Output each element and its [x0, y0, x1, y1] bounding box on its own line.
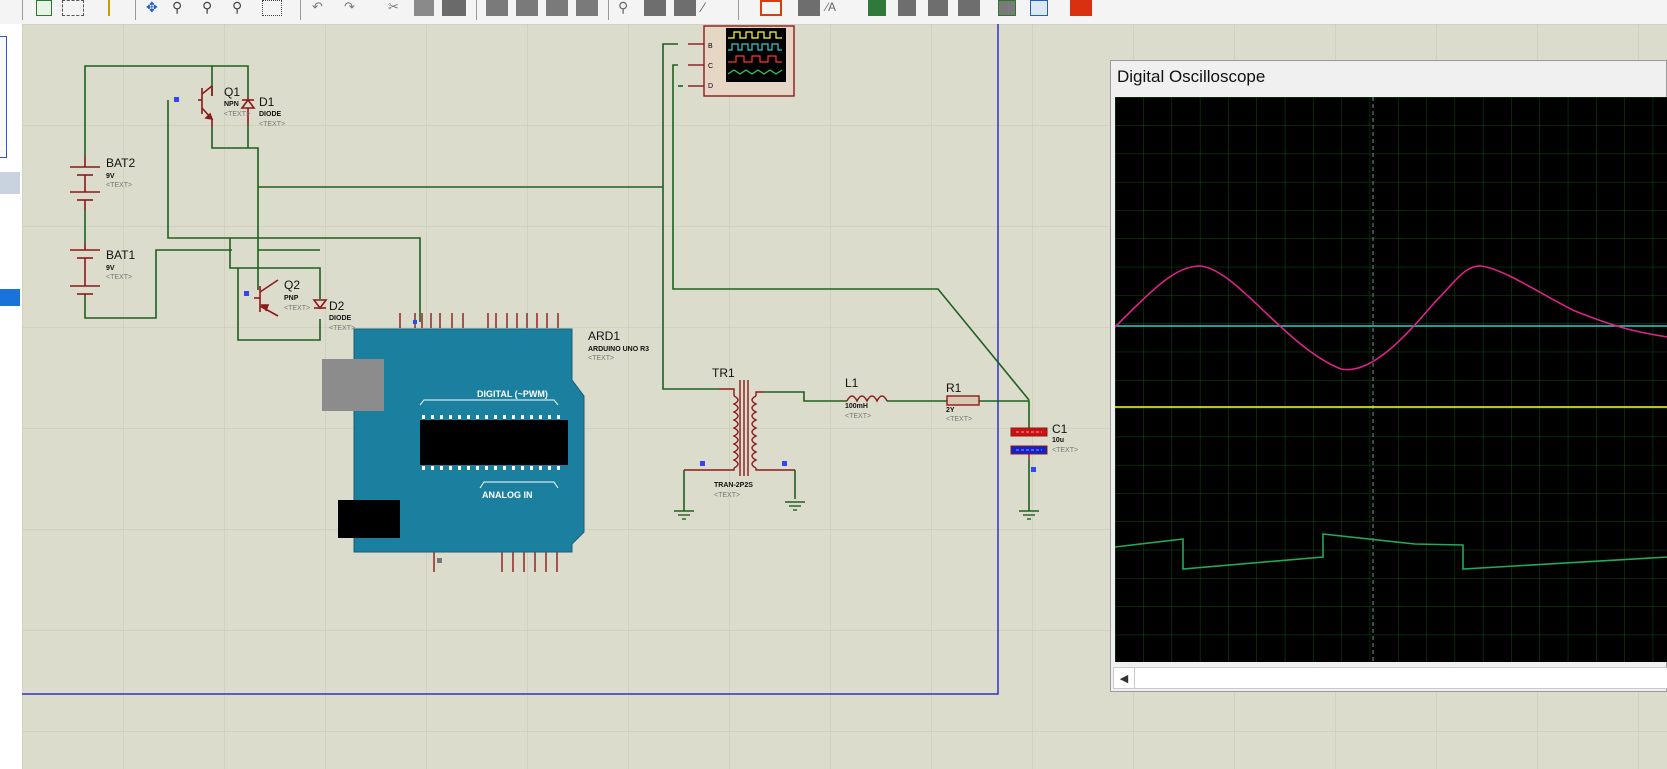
label-tr1-type: TRAN-2P2S: [714, 482, 753, 489]
label-d2-text: <TEXT>: [329, 325, 355, 332]
zoom-area-icon[interactable]: [262, 0, 282, 16]
reset-pin-marker: [437, 558, 442, 563]
toolbar-separator: [135, 0, 136, 20]
label-bat2: BAT2: [106, 156, 135, 170]
cut-icon[interactable]: ✂: [388, 0, 406, 16]
zoom-out-icon[interactable]: ⚲: [202, 0, 220, 16]
erc-icon[interactable]: [1030, 0, 1048, 16]
goto-sheet-icon[interactable]: [928, 0, 948, 16]
remove-sheet-icon[interactable]: [898, 0, 916, 16]
label-ard1: ARD1: [588, 329, 620, 343]
toolbar: ✥ ⚲ ⚲ ⚲ ↶ ↷ ✂ ⚲ ⁄ ⁄A: [0, 0, 1667, 25]
zoom-all-icon[interactable]: ⚲: [232, 0, 250, 16]
power-jack: [338, 500, 400, 538]
block-delete-icon[interactable]: [576, 0, 598, 16]
label-bat1-value: 9V: [106, 265, 115, 272]
label-analog-in: ANALOG IN: [482, 490, 533, 500]
label-r1-value: 2Y: [946, 407, 955, 414]
pan-icon[interactable]: ✥: [146, 0, 162, 16]
make-device-icon[interactable]: [644, 0, 666, 16]
pin-marker: [174, 97, 179, 102]
svg-text:B: B: [708, 43, 713, 50]
search-tag-icon[interactable]: [798, 0, 820, 16]
block-move-icon[interactable]: [516, 0, 538, 16]
oscilloscope-screen[interactable]: [1114, 97, 1667, 662]
label-tr1: TR1: [712, 366, 735, 380]
label-bat2-text: <TEXT>: [106, 182, 132, 189]
toolbar-separator: [300, 0, 301, 20]
label-l1-value: 100mH: [845, 403, 868, 410]
toolbar-separator: [22, 0, 23, 20]
svg-text:D: D: [708, 83, 713, 90]
label-q2-type: PNP: [284, 295, 299, 302]
label-l1: L1: [845, 376, 859, 390]
label-q2: Q2: [284, 278, 300, 292]
label-q1-type: NPN: [224, 101, 239, 108]
pin-marker: [700, 461, 705, 466]
oscilloscope-scrollbar[interactable]: ◀: [1113, 667, 1667, 689]
oscilloscope-title: Digital Oscilloscope: [1117, 67, 1266, 86]
pdf-icon[interactable]: [1070, 0, 1092, 16]
refresh-icon[interactable]: [36, 0, 52, 16]
label-ard1-type: ARDUINO UNO R3: [588, 346, 649, 353]
left-panel: [0, 24, 23, 769]
scroll-left-button[interactable]: ◀: [1114, 668, 1135, 688]
toolbar-separator: [476, 0, 477, 20]
label-c1-value: 10u: [1052, 437, 1064, 444]
grid-icon[interactable]: [62, 0, 84, 16]
new-sheet-icon[interactable]: [868, 0, 886, 16]
redo-icon[interactable]: ↷: [344, 0, 366, 16]
label-digital-pwm: DIGITAL (~PWM): [477, 389, 548, 399]
label-ard1-text: <TEXT>: [588, 355, 614, 362]
property-assignment-icon[interactable]: ⁄A: [826, 0, 848, 16]
label-d1: D1: [259, 95, 275, 109]
pin-marker: [782, 461, 787, 466]
package-icon[interactable]: [674, 0, 696, 16]
paste-icon[interactable]: [442, 0, 466, 16]
origin-icon[interactable]: [108, 0, 122, 16]
decompose-icon[interactable]: ⁄: [702, 0, 722, 16]
label-bat1-text: <TEXT>: [106, 274, 132, 281]
label-d1-text: <TEXT>: [259, 121, 285, 128]
atmega-chip: [420, 420, 568, 465]
wire-autorouter-icon[interactable]: [760, 0, 782, 16]
svg-text:C: C: [708, 63, 713, 70]
logic-analyser[interactable]: B C D: [688, 25, 795, 97]
netlist-icon[interactable]: [958, 0, 980, 16]
arduino-uno-board[interactable]: [322, 328, 585, 553]
oscilloscope-window[interactable]: Digital Oscilloscope ◀: [1110, 60, 1667, 692]
selected-device-item[interactable]: [0, 289, 20, 306]
toolbar-separator: [738, 0, 739, 20]
bom-icon[interactable]: [998, 0, 1016, 16]
pick-device-icon[interactable]: ⚲: [618, 0, 636, 16]
block-copy-icon[interactable]: [486, 0, 508, 16]
label-l1-text: <TEXT>: [845, 413, 871, 420]
label-d1-type: DIODE: [259, 111, 282, 118]
label-q1-text: <TEXT>: [224, 111, 250, 118]
label-d2-type: DIODE: [329, 315, 352, 322]
copy-icon[interactable]: [414, 0, 434, 16]
panel-tab[interactable]: [0, 172, 20, 194]
label-c1-text: <TEXT>: [1052, 447, 1078, 454]
pin-marker: [244, 291, 249, 296]
label-r1-text: <TEXT>: [946, 416, 972, 423]
undo-icon[interactable]: ↶: [312, 0, 334, 16]
overview-window[interactable]: [0, 36, 7, 158]
label-bat1: BAT1: [106, 248, 135, 262]
label-q2-text: <TEXT>: [284, 305, 310, 312]
resistor-r1[interactable]: [946, 395, 980, 406]
label-tr1-text: <TEXT>: [714, 492, 740, 499]
zoom-in-icon[interactable]: ⚲: [172, 0, 190, 16]
usb-connector: [322, 359, 384, 411]
label-r1: R1: [946, 381, 962, 395]
label-bat2-value: 9V: [106, 173, 115, 180]
label-c1: C1: [1052, 422, 1068, 436]
pin-marker: [1031, 467, 1036, 472]
label-q1: Q1: [224, 85, 240, 99]
block-rotate-icon[interactable]: [546, 0, 568, 16]
pin-marker: [413, 320, 417, 324]
label-d2: D2: [329, 299, 345, 313]
scope-grid: [1115, 97, 1667, 662]
toolbar-separator: [608, 0, 609, 20]
